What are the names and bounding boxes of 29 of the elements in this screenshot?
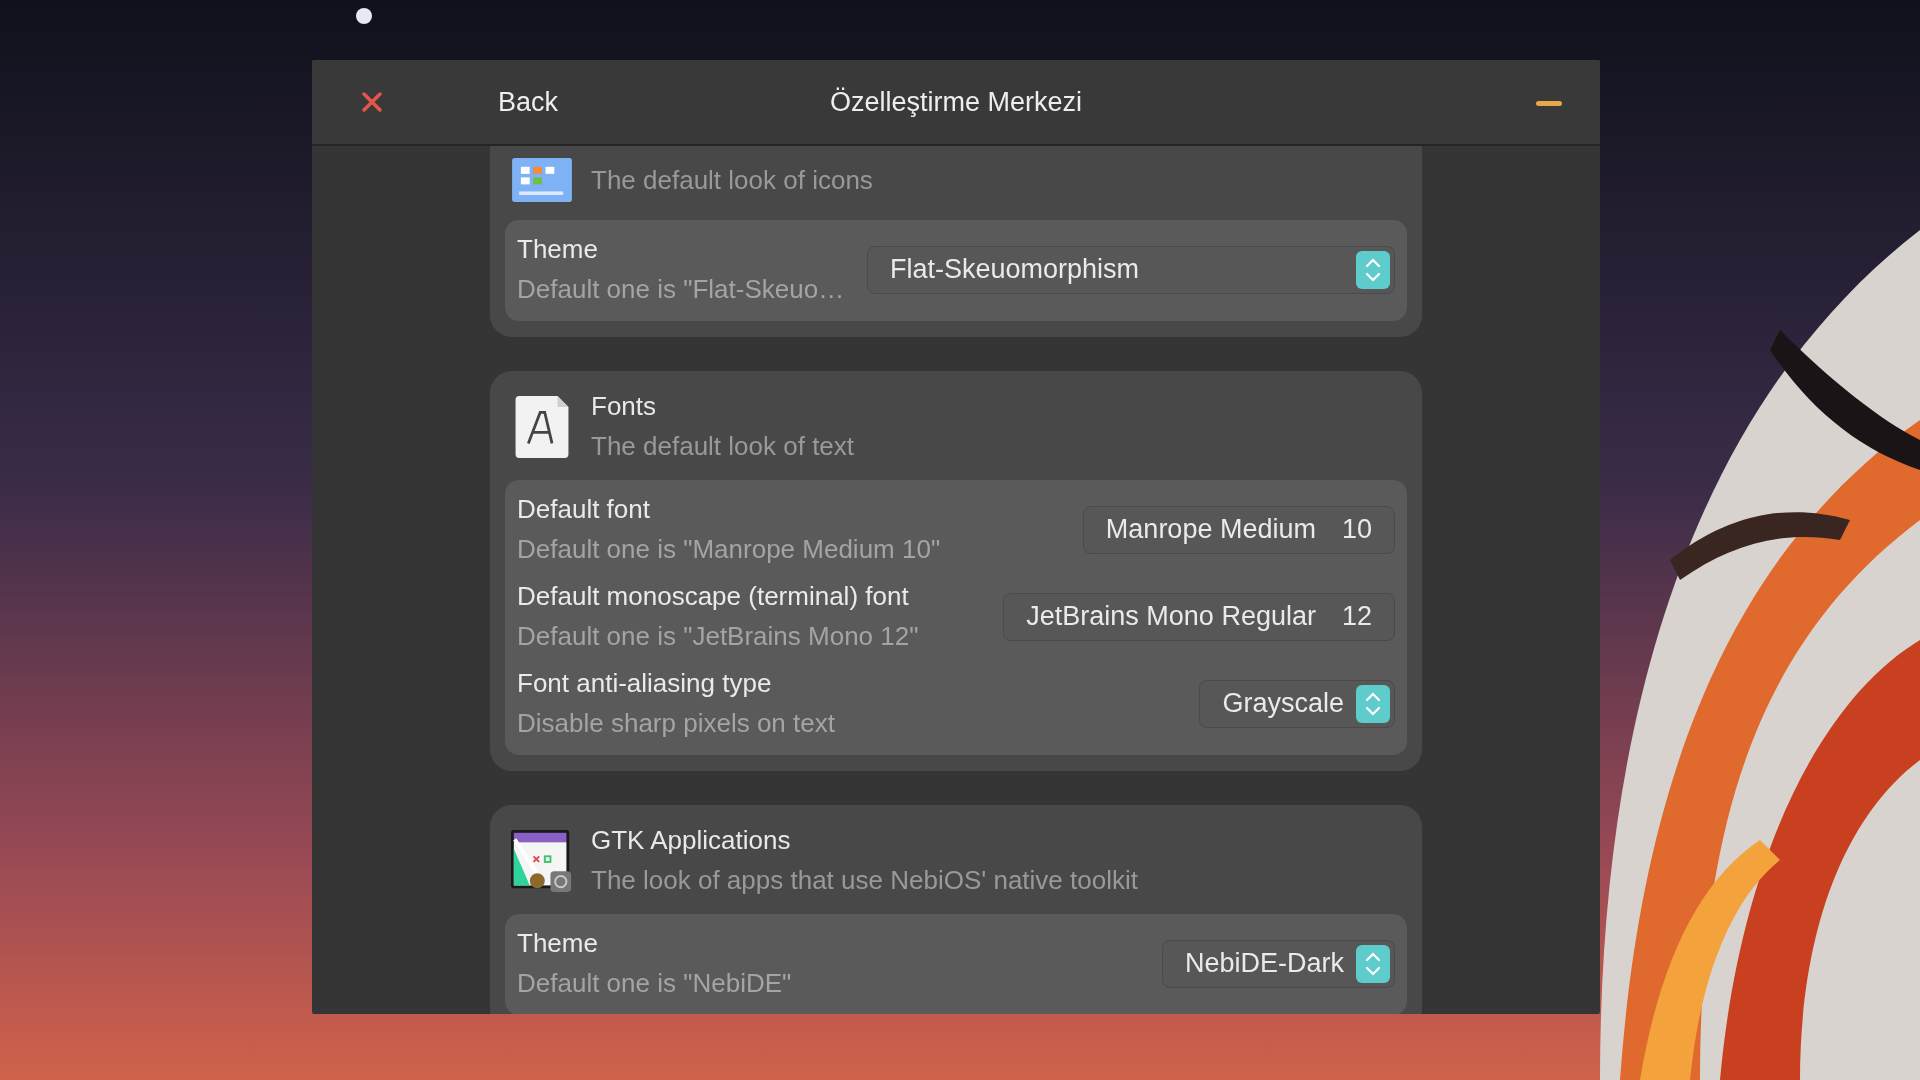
up-down-icon bbox=[1356, 250, 1390, 289]
minimize-icon[interactable] bbox=[1536, 101, 1562, 106]
section-subtitle: The default look of text bbox=[591, 431, 855, 462]
setting-label: Theme bbox=[517, 928, 599, 959]
dropdown[interactable]: Flat-Skeuomorphism bbox=[867, 245, 1395, 294]
app-window-icon bbox=[511, 829, 573, 892]
setting-hint: Disable sharp pixels on text bbox=[517, 708, 835, 739]
section-subtitle: The look of apps that use NebiOS' native toolkit bbox=[591, 865, 1138, 896]
setting-hint: Default one is "Manrope Medium 10" bbox=[517, 534, 941, 565]
up-down-icon bbox=[1356, 684, 1390, 723]
icon-theme-icon bbox=[511, 158, 573, 202]
setting-label: Font anti-aliasing type bbox=[517, 668, 773, 699]
section-title: Fonts bbox=[591, 391, 658, 422]
font-button[interactable]: Manrope Medium 10 bbox=[1082, 505, 1395, 554]
section-subtitle: The default look of icons bbox=[591, 164, 873, 196]
section-title: GTK Applications bbox=[591, 825, 792, 856]
setting-hint: Default one is "JetBrains Mono 12" bbox=[517, 621, 919, 652]
font-button[interactable]: JetBrains Mono Regular 12 bbox=[1003, 592, 1395, 641]
setting-label: Theme bbox=[517, 234, 599, 265]
window-title: Özelleştirme Merkezi bbox=[829, 86, 1082, 118]
up-down-icon bbox=[1356, 944, 1390, 983]
setting-hint: Default one is "Flat-Skeuo… bbox=[517, 274, 846, 305]
close-icon[interactable] bbox=[360, 90, 384, 114]
setting-hint: Default one is "NebiDE" bbox=[517, 968, 792, 999]
dropdown[interactable]: NebiDE-Dark bbox=[1161, 939, 1395, 988]
dropdown[interactable]: Grayscale bbox=[1199, 679, 1395, 728]
setting-label: Default font bbox=[517, 494, 651, 525]
setting-label: Default monoscape (terminal) font bbox=[517, 581, 910, 612]
back-button[interactable]: Back bbox=[498, 86, 559, 118]
